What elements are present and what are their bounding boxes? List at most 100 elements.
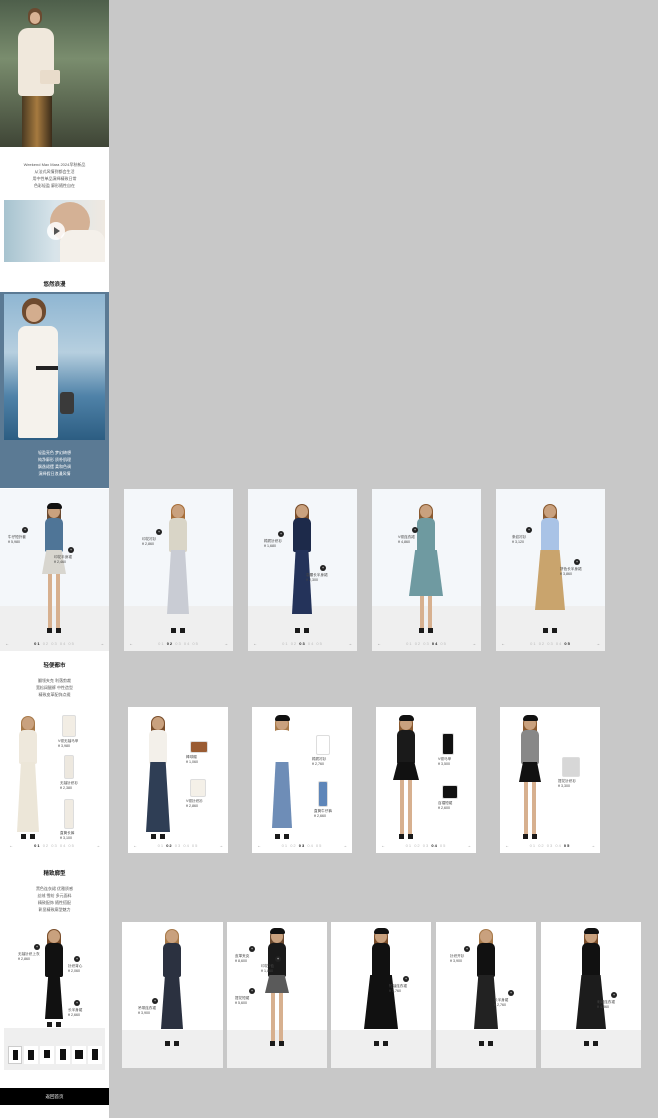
page-indicator[interactable]: 01	[282, 843, 288, 848]
section3-product-card[interactable]: + 无袖针织上衣 ¥ 2,860 + 针织背心 ¥ 2,060 + 长半身裙 ¥ 2,…	[4, 922, 105, 1070]
product-image[interactable]	[442, 733, 454, 755]
hotspot-icon[interactable]: +	[464, 946, 470, 952]
carousel3-card[interactable]: + 刺绣连衣裙 ¥ 4,860	[541, 922, 641, 1068]
page-indicator[interactable]: 04	[307, 843, 313, 848]
carousel2-card[interactable]: 提花针织衫 ¥ 3,300 ← 01 02 03 04 05 →	[500, 707, 600, 853]
hotspot-icon[interactable]: +	[249, 988, 255, 994]
page-indicator[interactable]: 02	[43, 641, 49, 646]
page-indicator[interactable]: 04	[60, 641, 66, 646]
page-indicator[interactable]: 03	[51, 641, 57, 646]
arrow-right-icon[interactable]: →	[467, 843, 471, 848]
arrow-right-icon[interactable]: →	[343, 843, 347, 848]
arrow-right-icon[interactable]: →	[472, 641, 476, 646]
product-image[interactable]	[190, 741, 208, 753]
page-indicator[interactable]: 03	[51, 843, 57, 848]
product-thumbnail[interactable]	[88, 1046, 102, 1064]
hotspot-icon[interactable]: +	[412, 527, 418, 533]
page-indicator[interactable]: 01	[282, 641, 288, 646]
page-indicator[interactable]: 02	[290, 843, 296, 848]
page-indicator[interactable]: 01	[406, 843, 412, 848]
product-image[interactable]	[562, 757, 580, 777]
page-indicator[interactable]: 03	[175, 641, 181, 646]
arrow-right-icon[interactable]: →	[591, 843, 595, 848]
page-indicator[interactable]: 03	[423, 641, 429, 646]
page-indicator[interactable]: 02	[167, 641, 173, 646]
page-indicator[interactable]: 02	[291, 641, 297, 646]
carousel3-card[interactable]: + 吊带连衣裙 ¥ 3,900	[122, 922, 223, 1068]
page-indicator[interactable]: 05	[316, 641, 322, 646]
hotspot-icon[interactable]: +	[403, 976, 409, 982]
page-indicator[interactable]: 01	[158, 641, 164, 646]
page-indicator[interactable]: 05	[316, 843, 322, 848]
carousel1-card[interactable]: + 牛仔短外套 ¥ 5,980 + 印花半身裙 ¥ 2,460 ← 01 02 03 04 0…	[0, 489, 109, 651]
carousel2-card[interactable]: 棒球帽 ¥ 1,060 V领针织衫 ¥ 2,860 ← 01 02 03 04 05 →	[128, 707, 228, 853]
page-indicator[interactable]: 02	[538, 843, 544, 848]
page-indicator[interactable]: 04	[432, 641, 438, 646]
back-home-button[interactable]: 返回首页	[0, 1088, 109, 1105]
product-thumbnail[interactable]	[24, 1046, 38, 1064]
page-indicator[interactable]: 03	[175, 843, 181, 848]
product-thumbnail[interactable]	[56, 1046, 70, 1064]
hotspot-icon[interactable]: +	[275, 956, 281, 962]
arrow-right-icon[interactable]: →	[96, 843, 100, 848]
hotspot-icon[interactable]: +	[526, 527, 532, 533]
carousel3-card[interactable]: + 短袖连衣裙 ¥ 3,760	[331, 922, 431, 1068]
page-indicator[interactable]: 02	[43, 843, 49, 848]
page-indicator[interactable]: 04	[184, 641, 190, 646]
page-indicator[interactable]: 04	[60, 843, 66, 848]
page-indicator[interactable]: 01	[34, 641, 40, 646]
product-image[interactable]	[316, 735, 330, 755]
page-indicator[interactable]: 03	[547, 843, 553, 848]
hotspot-icon[interactable]: +	[68, 547, 74, 553]
page-indicator[interactable]: 05	[192, 641, 198, 646]
page-indicator[interactable]: 04	[555, 843, 561, 848]
page-indicator[interactable]: 05	[440, 843, 446, 848]
hotspot-icon[interactable]: +	[74, 956, 80, 962]
product-image[interactable]	[62, 715, 76, 737]
hotspot-icon[interactable]: +	[278, 531, 284, 537]
page-indicator[interactable]: 05	[440, 641, 446, 646]
product-image[interactable]	[64, 755, 74, 779]
product-image[interactable]	[442, 785, 458, 799]
page-indicator[interactable]: 02	[414, 843, 420, 848]
hotspot-icon[interactable]: +	[156, 529, 162, 535]
carousel2-card[interactable]: 棉质衬衫 ¥ 2,760 直筒牛仔裤 ¥ 2,660 ← 01 02 03 04 05 →	[252, 707, 352, 853]
page-indicator[interactable]: 01	[158, 843, 164, 848]
hotspot-icon[interactable]: +	[74, 1000, 80, 1006]
page-indicator[interactable]: 01	[406, 641, 412, 646]
carousel1-card[interactable]: + 棉质针织衫 ¥ 1,680 + 高腰长半身裙 ¥ 2,300 ← 01 02 03 04 …	[248, 489, 357, 651]
page-indicator[interactable]: 01	[530, 843, 536, 848]
page-indicator[interactable]: 04	[183, 843, 189, 848]
arrow-right-icon[interactable]: →	[100, 641, 104, 646]
arrow-right-icon[interactable]: →	[596, 641, 600, 646]
product-image[interactable]	[64, 799, 74, 829]
product-thumbnail[interactable]	[72, 1046, 86, 1064]
product-thumbnail[interactable]	[8, 1046, 22, 1064]
carousel3-card[interactable]: + 皮革夹克 ¥ 8,600 + 印花T恤 ¥ 1,860 + 提花短裙 ¥ 5,600	[227, 922, 327, 1068]
hotspot-icon[interactable]: +	[574, 559, 580, 565]
page-indicator[interactable]: 02	[166, 843, 172, 848]
hotspot-icon[interactable]: +	[34, 944, 40, 950]
product-image[interactable]	[190, 779, 206, 797]
hotspot-icon[interactable]: +	[249, 946, 255, 952]
arrow-right-icon[interactable]: →	[224, 641, 228, 646]
product-thumbnail[interactable]	[40, 1046, 54, 1064]
page-indicator[interactable]: 01	[34, 843, 40, 848]
page-indicator[interactable]: 02	[415, 641, 421, 646]
hotspot-icon[interactable]: +	[320, 565, 326, 571]
page-indicator[interactable]: 04	[556, 641, 562, 646]
page-indicator[interactable]: 03	[299, 843, 305, 848]
play-icon[interactable]	[47, 222, 65, 240]
carousel1-card[interactable]: + V领连衣裙 ¥ 4,860 ← 01 02 03 04 05 →	[372, 489, 481, 651]
page-indicator[interactable]: 04	[431, 843, 437, 848]
arrow-right-icon[interactable]: →	[219, 843, 223, 848]
hotspot-icon[interactable]: +	[152, 998, 158, 1004]
product-image[interactable]	[318, 781, 328, 807]
carousel2-card[interactable]: V领无袖马甲 ¥ 3,980 无袖针织衫 ¥ 2,380 直筒长裤 ¥ 3,100 ← 01 …	[4, 707, 105, 853]
hotspot-icon[interactable]: +	[508, 990, 514, 996]
carousel3-card[interactable]: + 针织开衫 ¥ 3,900 + 长半身裙 ¥ 2,760	[436, 922, 536, 1068]
hotspot-icon[interactable]: +	[22, 527, 28, 533]
carousel1-card[interactable]: + 条纹衬衫 ¥ 3,120 + 拼色长半身裙 ¥ 3,860 ← 01 02 03 04 0…	[496, 489, 605, 651]
page-indicator[interactable]: 05	[192, 843, 198, 848]
page-indicator[interactable]: 05	[68, 641, 74, 646]
